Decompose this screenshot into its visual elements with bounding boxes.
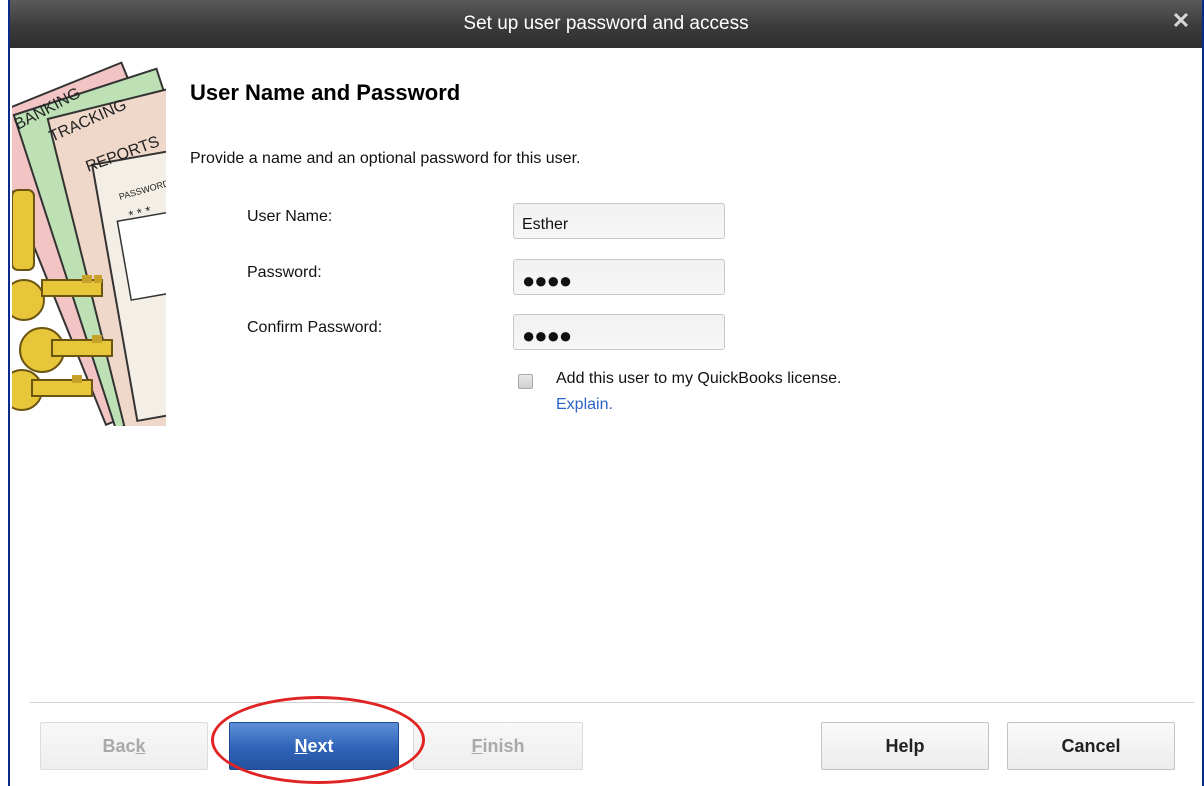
user-name-value: Esther [522,215,569,233]
page-heading: User Name and Password [190,80,461,105]
window-title: Set up user password and access [463,13,749,34]
back-button-label-pre: Bac [102,735,136,756]
back-button[interactable]: Bac k [40,722,208,770]
finish-button[interactable]: Finish [413,722,583,770]
confirm-password-mask: ●●●● [522,322,572,348]
dialog-window: Set up user password and access ✕ BANKIN… [8,0,1204,786]
finish-button-accelerator: F [471,735,483,756]
instructions-text: Provide a name and an optional password … [190,150,581,167]
confirm-password-label: Confirm Password: [247,319,383,336]
footer-separator [30,702,1194,703]
cancel-button[interactable]: Cancel [1007,722,1175,770]
security-illustration: BANKING TRACKING REPORTS PASSWORD * * * [12,50,166,426]
license-checkbox[interactable] [518,374,533,389]
close-icon[interactable]: ✕ [1170,10,1192,32]
password-input[interactable]: ●●●● [513,259,725,295]
confirm-password-input[interactable]: ●●●● [513,314,725,350]
help-button[interactable]: Help [821,722,989,770]
back-button-accelerator: k [135,735,146,756]
user-name-input[interactable]: Esther [513,203,725,239]
user-name-label: User Name: [247,208,333,225]
finish-button-label-post: inish [482,735,525,756]
explain-link[interactable]: Explain. [556,396,613,414]
title-bar: Set up user password and access ✕ [10,0,1202,48]
password-mask: ●●●● [522,267,572,293]
password-label: Password: [247,264,322,281]
next-highlight-circle [211,696,425,784]
license-checkbox-label[interactable]: Add this user to my QuickBooks license. [556,370,841,388]
